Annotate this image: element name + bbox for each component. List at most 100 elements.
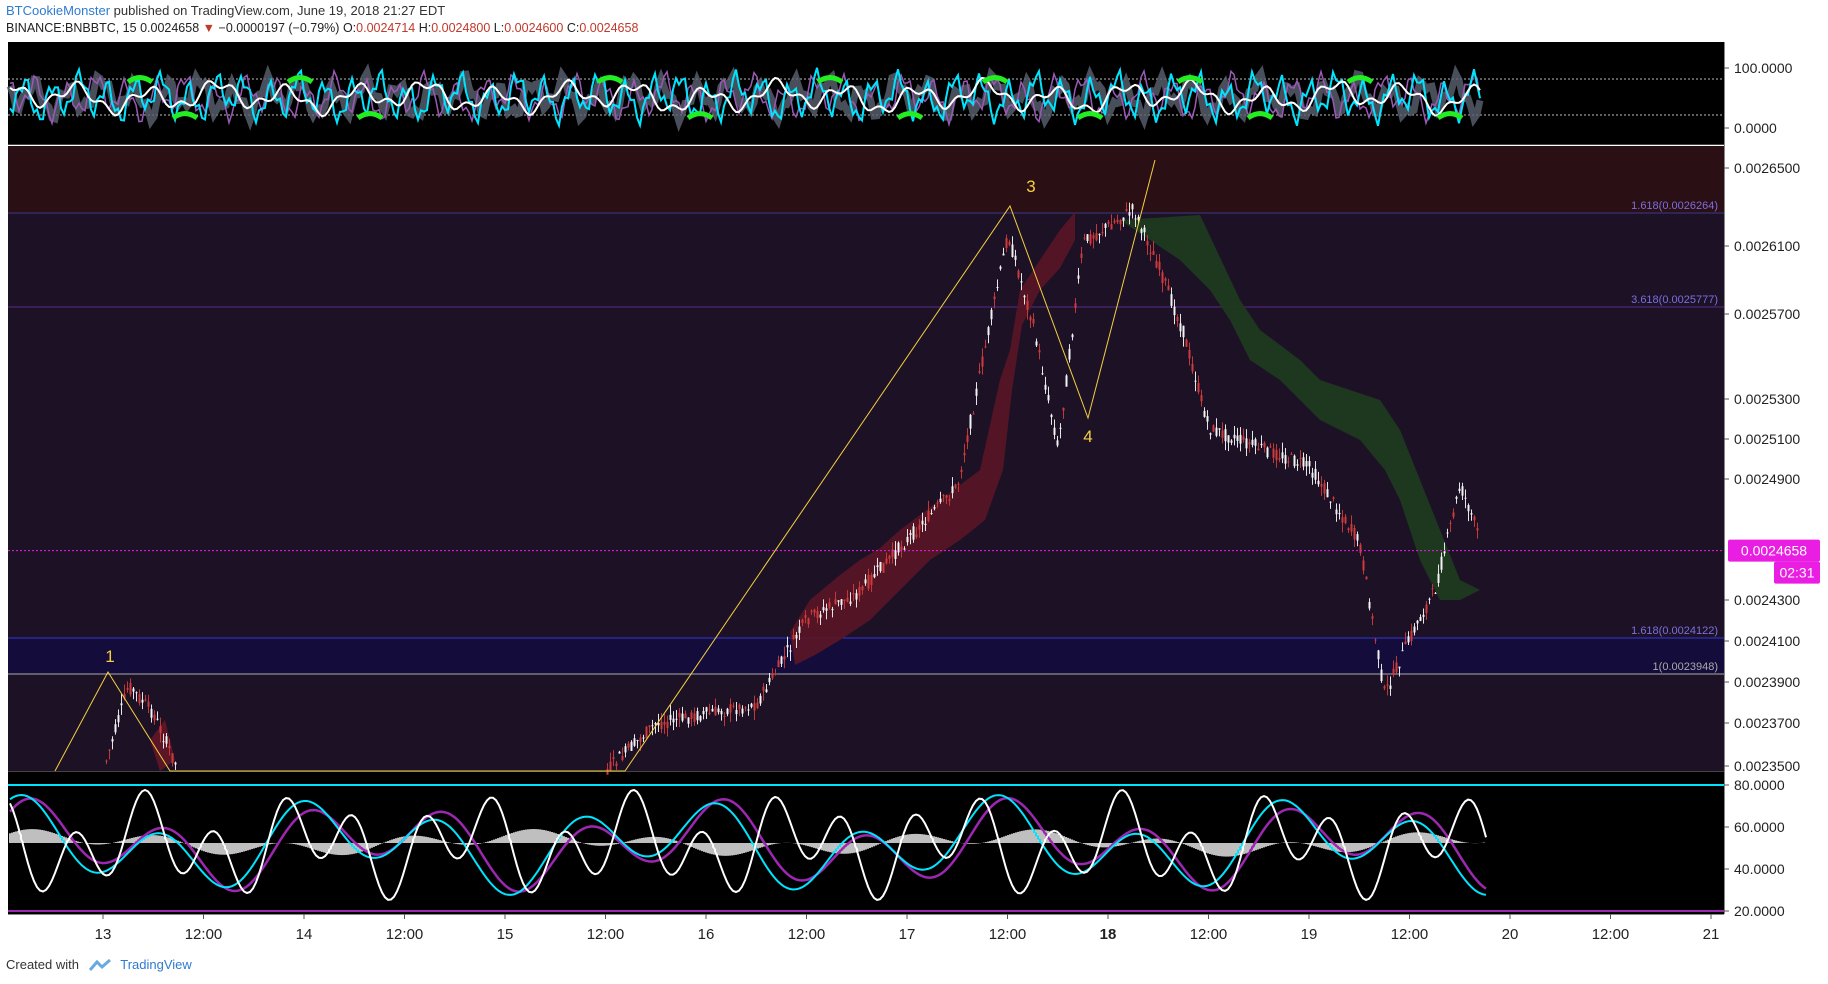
candle-body [1437, 573, 1440, 583]
candle-body [1125, 209, 1128, 211]
candle-body [1071, 334, 1074, 338]
candle-body [1260, 443, 1263, 446]
candle-body [1182, 325, 1185, 338]
candle-body [1275, 449, 1278, 461]
candle-body [1002, 253, 1005, 256]
candle-body [918, 524, 921, 530]
time-axis-tick: 15 [497, 926, 514, 943]
fib-zone-top [8, 146, 1724, 213]
candle-body [168, 745, 171, 749]
price-axis-tick: 0.0023700 [1734, 715, 1800, 731]
candle-body [153, 714, 156, 721]
candle-body [120, 703, 123, 706]
candle-body [1221, 430, 1224, 438]
candle-body [1179, 323, 1182, 332]
candle-body [945, 495, 948, 498]
candle-body [750, 703, 753, 707]
candle-body [705, 707, 708, 712]
tradingview-link[interactable]: TradingView [120, 957, 192, 972]
candle-body [132, 688, 135, 692]
candle-body [735, 709, 738, 715]
candle-body [696, 711, 699, 721]
candle-body [795, 634, 798, 639]
candle-body [924, 523, 927, 526]
candle-body [1410, 630, 1413, 642]
candle-body [612, 757, 615, 760]
candle-body [681, 713, 684, 721]
candle-body [171, 753, 174, 763]
candle-body [759, 695, 762, 704]
candle-body [126, 688, 129, 690]
candle-body [747, 709, 750, 711]
candle-body [1116, 219, 1119, 223]
candle-body [1446, 532, 1449, 534]
countdown-badge-text: 02:31 [1779, 565, 1814, 581]
candle-body [975, 388, 978, 396]
candle-body [660, 721, 663, 729]
candle-body [150, 708, 153, 718]
price-axis-tick: 0.0026100 [1734, 238, 1800, 254]
price-pane[interactable] [8, 146, 1724, 771]
candle-body [1038, 350, 1041, 353]
fib-level-label: 1(0.0023948) [1653, 661, 1718, 673]
candle-body [1224, 429, 1227, 442]
candle-body [1335, 509, 1338, 515]
time-axis-tick: 12:00 [1391, 926, 1429, 943]
candle-body [1302, 457, 1305, 467]
candle-body [1059, 427, 1062, 429]
fib-level-label: 1.618(0.0026264) [1631, 200, 1718, 212]
candle-body [1473, 516, 1476, 521]
time-axis[interactable] [8, 914, 1724, 948]
price-axis-tick: 0.0023500 [1734, 758, 1800, 774]
price-axis-tick: 0.0025700 [1734, 306, 1800, 322]
candle-body [1371, 616, 1374, 619]
candle-body [129, 682, 132, 695]
candle-body [1095, 233, 1098, 241]
candle-body [1218, 428, 1221, 430]
candle-body [1242, 436, 1245, 440]
candle-body [717, 708, 720, 713]
chart-canvas[interactable]: 1.618(0.0026264) 3.618(0.0025777) 1.618(0.… [0, 0, 1828, 984]
candle-body [1077, 275, 1080, 279]
candle-body [855, 593, 858, 600]
candle-body [1131, 204, 1134, 210]
candle-body [633, 738, 636, 746]
candle-body [1158, 261, 1161, 270]
candle-body [780, 656, 783, 664]
candle-body [1197, 382, 1200, 393]
candle-body [1344, 516, 1347, 524]
candle-body [678, 712, 681, 718]
candle-body [1434, 592, 1437, 594]
candle-body [159, 726, 162, 733]
candle-body [1245, 438, 1248, 449]
top-axis-tick: 0.0000 [1734, 120, 1777, 136]
candle-body [798, 626, 801, 633]
candle-body [1353, 528, 1356, 540]
candle-body [1431, 588, 1434, 590]
candle-body [669, 714, 672, 720]
candle-body [1167, 285, 1170, 291]
candle-body [1170, 294, 1173, 306]
candle-body [630, 741, 633, 751]
candle-body [609, 761, 612, 771]
candle-body [117, 715, 120, 723]
candle-body [852, 593, 855, 595]
candle-body [1215, 427, 1218, 436]
candle-body [810, 610, 813, 612]
candle-body [1098, 234, 1101, 236]
candle-body [936, 502, 939, 504]
candle-body [939, 498, 942, 502]
candle-body [1065, 375, 1068, 387]
candle-body [105, 760, 108, 762]
time-axis-tick: 13 [95, 926, 112, 943]
candle-body [114, 724, 117, 733]
candle-body [1212, 425, 1215, 432]
candle-body [903, 548, 906, 550]
candle-body [1023, 295, 1026, 298]
candle-body [864, 579, 867, 584]
candle-body [642, 737, 645, 739]
candle-body [690, 712, 693, 719]
candle-body [1203, 410, 1206, 417]
candle-body [1461, 486, 1464, 496]
price-axis-tick: 0.0023900 [1734, 674, 1800, 690]
